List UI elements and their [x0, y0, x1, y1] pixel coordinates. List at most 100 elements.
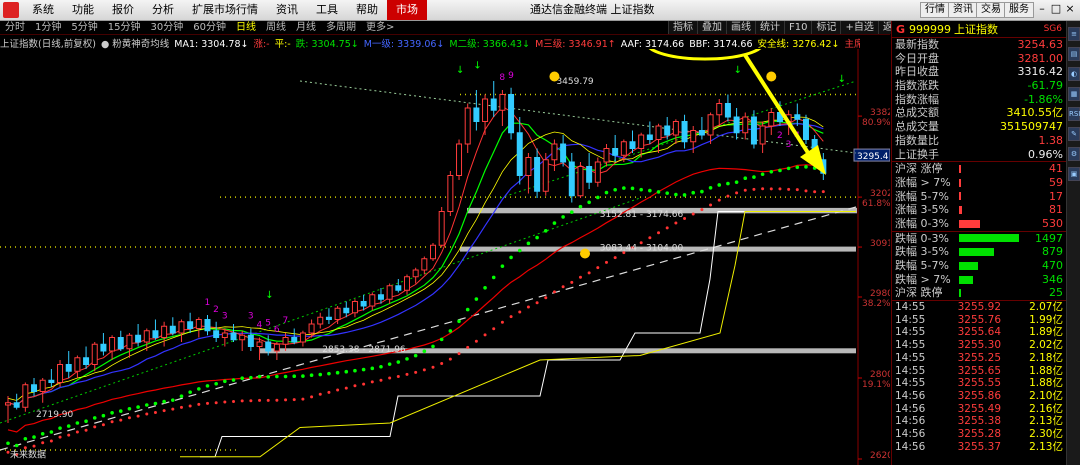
red-dot-line — [301, 397, 305, 401]
candle — [499, 90, 506, 126]
tick-row: 14:55 3255.65 1.88亿 — [892, 365, 1066, 378]
down-arrow-icon: ↓ — [456, 65, 464, 76]
tab-9[interactable]: 多周期 — [321, 21, 361, 34]
menu-item-3[interactable]: 分析 — [143, 0, 183, 20]
menu-item-2[interactable]: 报价 — [103, 0, 143, 20]
safety-line-dot — [422, 349, 427, 354]
breadth-count: 1497 — [1035, 231, 1063, 245]
menu-bar: 系统 功能 报价 分析 扩展市场行情 资讯 工具 帮助 市场 通达信金融终端 上证指数 行情资… — [0, 0, 1080, 21]
chart-tool-2[interactable]: 画线 — [726, 21, 755, 34]
tick-row: 14:55 3255.64 1.89亿 — [892, 326, 1066, 339]
last-price-label: 3295.4 — [857, 152, 889, 162]
red-dot-line — [344, 386, 348, 390]
candle — [482, 94, 489, 135]
sequence-number: 3 — [248, 312, 254, 322]
tab-8[interactable]: 月线 — [291, 21, 321, 34]
minimize-icon[interactable]: – — [1036, 3, 1048, 15]
red-dot-line — [75, 430, 79, 434]
indicator-value-10: BBF: 3174.66 — [689, 39, 753, 49]
tab-3[interactable]: 15分钟 — [103, 21, 146, 34]
safety-line-dot — [318, 372, 323, 377]
app-logo-icon — [3, 2, 19, 18]
close-icon[interactable]: × — [1064, 3, 1076, 15]
fib-pct-label: 38.2% — [862, 299, 890, 309]
side-tool-icon[interactable]: ◐ — [1068, 67, 1080, 81]
red-dot-line — [41, 441, 45, 445]
red-dot-line — [284, 398, 288, 402]
side-tool-icon[interactable]: RSI — [1068, 107, 1080, 121]
tick-list[interactable]: 14:55 3255.92 2.07亿 14:55 3255.76 1.99亿 14:55 3… — [892, 300, 1066, 453]
menu-item-7[interactable]: 帮助 — [347, 0, 387, 20]
side-tool-icon[interactable]: ✎ — [1068, 127, 1080, 141]
chart-tool-1[interactable]: 叠加 — [697, 21, 726, 34]
chart-tool-6[interactable]: +自选 — [840, 21, 878, 34]
ma-fast-line — [7, 105, 824, 406]
tick-price: 3255.25 — [957, 351, 1001, 364]
menu-item-0[interactable]: 系统 — [23, 0, 63, 20]
side-tool-icon[interactable]: ▤ — [1068, 47, 1080, 61]
tab-10[interactable]: 更多> — [361, 21, 399, 34]
red-dot-line — [457, 352, 461, 356]
tab-1[interactable]: 1分钟 — [30, 21, 66, 34]
safety-line-dot — [431, 344, 435, 349]
candlestick-chart[interactable]: 338280.9%3295.4320261.8%3091298038.2%280… — [0, 49, 890, 465]
tab-4[interactable]: 30分钟 — [145, 21, 188, 34]
side-tool-icon[interactable]: ⚙ — [1068, 147, 1080, 161]
tab-7[interactable]: 周线 — [261, 21, 291, 34]
menu-item-market[interactable]: 市场 — [387, 0, 427, 20]
maximize-icon[interactable]: □ — [1050, 3, 1062, 15]
quote-label: 今日开盘 — [895, 51, 939, 65]
menu-item-6[interactable]: 工具 — [307, 0, 347, 20]
safety-line-dot — [552, 221, 557, 225]
tab-6[interactable]: 日线 — [231, 21, 261, 34]
tick-amount: 2.07亿 — [1029, 301, 1063, 314]
top-button-1[interactable]: 资讯 — [948, 2, 978, 18]
breadth-row: 涨幅 0-3% 530 — [892, 217, 1066, 231]
red-dot-line — [604, 260, 608, 264]
tick-row: 14:55 3255.55 1.88亿 — [892, 377, 1066, 390]
tick-time: 14:56 — [895, 389, 926, 402]
candle — [5, 396, 11, 423]
chart-tool-0[interactable]: 指标 — [668, 21, 697, 34]
chart-tool-3[interactable]: 统计 — [755, 21, 784, 34]
red-dot-line — [726, 194, 730, 198]
red-dot-line — [318, 392, 322, 396]
tick-time: 14:55 — [895, 313, 926, 326]
indicator-value-7: M二级: 3366.43↓ — [449, 39, 531, 49]
side-tool-icon[interactable]: ▦ — [1068, 87, 1080, 101]
red-dot-line — [431, 365, 435, 369]
candle — [213, 321, 220, 342]
breadth-row: 涨幅 5-7% 17 — [892, 190, 1066, 204]
menu-item-1[interactable]: 功能 — [63, 0, 103, 20]
quote-value: 3254.63 — [1017, 38, 1064, 51]
safety-line-dot — [665, 191, 669, 195]
top-button-2[interactable]: 交易 — [976, 2, 1006, 18]
chart-tool-5[interactable]: 标记 — [811, 21, 841, 34]
safety-line-dot — [275, 374, 279, 379]
quote-label: 昨日收盘 — [895, 65, 939, 79]
menu-item-5[interactable]: 资讯 — [267, 0, 307, 20]
red-dot-line — [127, 416, 131, 420]
candle — [508, 87, 515, 140]
menu-item-4[interactable]: 扩展市场行情 — [183, 0, 267, 20]
side-tool-icon[interactable]: ▣ — [1068, 167, 1080, 181]
safety-line-dot — [66, 424, 71, 428]
red-dot-line — [101, 423, 105, 427]
side-tool-icon[interactable]: ≡ — [1068, 27, 1080, 41]
price-annotation: 3459.79 — [556, 77, 593, 87]
tab-5[interactable]: 60分钟 — [188, 21, 231, 34]
safety-line-dot — [587, 200, 591, 205]
chart-tool-4[interactable]: F10 — [784, 21, 812, 34]
safety-line-dot — [101, 413, 106, 418]
tab-0[interactable]: 分时 — [0, 21, 30, 34]
quote-value: 1.38 — [1038, 133, 1064, 147]
safety-line-dot — [179, 394, 184, 398]
tab-2[interactable]: 5分钟 — [66, 21, 102, 34]
candle — [169, 317, 176, 336]
price-annotation: 3083.44 - 3104.00 — [600, 244, 684, 254]
safety-line-dot — [691, 190, 696, 195]
top-button-0[interactable]: 行情 — [920, 2, 950, 18]
candle — [447, 171, 454, 216]
top-button-3[interactable]: 服务 — [1004, 2, 1034, 18]
safety-line-dot — [257, 374, 262, 379]
